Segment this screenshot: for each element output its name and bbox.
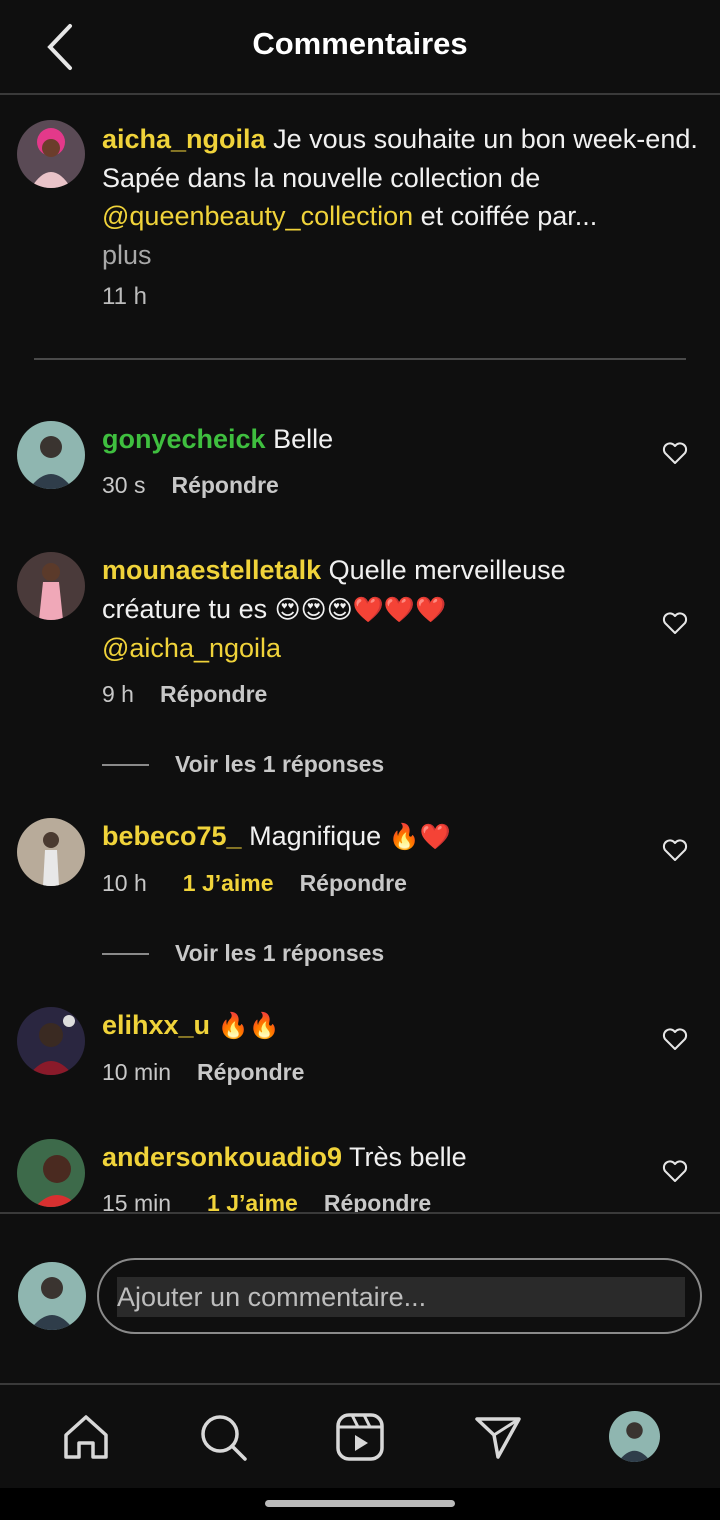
- comment-emojis: 😍😍😍❤️❤️❤️: [274, 595, 447, 624]
- caption-username[interactable]: aicha_ngoila: [102, 124, 266, 154]
- heart-icon[interactable]: [662, 838, 688, 862]
- more-link[interactable]: plus: [102, 240, 152, 270]
- header: Commentaires: [0, 0, 720, 95]
- reels-icon[interactable]: [334, 1411, 386, 1463]
- comment-username[interactable]: mounaestelletalk: [102, 555, 321, 585]
- reply-button[interactable]: Répondre: [197, 1059, 304, 1086]
- comment-meta: 15 min 1 J’aime Répondre: [102, 1190, 431, 1212]
- reply-button[interactable]: Répondre: [171, 472, 278, 499]
- comment-composer: [0, 1212, 720, 1385]
- avatar[interactable]: [17, 421, 85, 489]
- comment-text: andersonkouadio9 Très belle: [102, 1138, 642, 1177]
- post-caption: aicha_ngoila Je vous souhaite un bon wee…: [102, 120, 702, 317]
- comment-meta: 10 h 1 J’aime Répondre: [102, 870, 407, 897]
- system-nav-bar: [0, 1488, 720, 1520]
- home-icon[interactable]: [60, 1411, 112, 1463]
- comment-emojis: 🔥🔥: [217, 1012, 280, 1040]
- heart-icon[interactable]: [662, 441, 688, 465]
- view-replies-label: Voir les 1 réponses: [175, 751, 385, 777]
- likes-count[interactable]: 1 J’aime: [207, 1190, 298, 1212]
- comment-input-wrapper[interactable]: [97, 1258, 702, 1334]
- reply-button[interactable]: Répondre: [300, 870, 407, 897]
- reply-button[interactable]: Répondre: [160, 681, 267, 708]
- likes-count[interactable]: 1 J’aime: [183, 870, 274, 897]
- divider-line: [102, 952, 149, 955]
- divider-line: [102, 763, 149, 766]
- heart-icon[interactable]: [662, 1159, 688, 1183]
- comment-time: 30 s: [102, 472, 146, 498]
- comment-body: Belle: [265, 424, 334, 454]
- comment-item: andersonkouadio9 Très belle 15 min 1 J’a…: [0, 1130, 720, 1212]
- comment-body: [210, 1010, 218, 1040]
- comment-username[interactable]: elihxx_u: [102, 1010, 210, 1040]
- caption-mention[interactable]: @queenbeauty_collection: [102, 201, 413, 231]
- comment-time: 9 h: [102, 681, 134, 707]
- comment-body: Très belle: [342, 1142, 467, 1172]
- send-icon[interactable]: [472, 1411, 524, 1463]
- avatar[interactable]: [17, 818, 85, 886]
- comment-time: 15 min: [102, 1190, 172, 1212]
- view-replies-label: Voir les 1 réponses: [175, 940, 385, 966]
- profile-avatar[interactable]: [609, 1411, 660, 1462]
- comment-body: Magnifique: [241, 821, 389, 851]
- comment-username[interactable]: andersonkouadio9: [102, 1142, 342, 1172]
- comment-time: 10 min: [102, 1059, 172, 1085]
- caption-text-end: et coiffée par...: [413, 201, 598, 231]
- view-replies-button[interactable]: Voir les 1 réponses: [102, 940, 384, 967]
- view-replies-button[interactable]: Voir les 1 réponses: [102, 751, 384, 778]
- avatar[interactable]: [18, 1262, 86, 1330]
- heart-icon[interactable]: [662, 1027, 688, 1051]
- reply-button[interactable]: Répondre: [324, 1190, 431, 1212]
- search-icon[interactable]: [197, 1411, 249, 1463]
- home-indicator[interactable]: [265, 1500, 455, 1507]
- comment-meta: 30 s Répondre: [102, 472, 279, 499]
- avatar[interactable]: [17, 1007, 85, 1075]
- comment-text: bebeco75_ Magnifique 🔥❤️: [102, 817, 642, 857]
- page-title: Commentaires: [252, 26, 468, 61]
- comment-mention[interactable]: @aicha_ngoila: [102, 633, 281, 663]
- avatar[interactable]: [17, 552, 85, 620]
- comment-text: mounaestelletalk Quelle merveilleuse cré…: [102, 551, 642, 668]
- comment-username[interactable]: gonyecheick: [102, 424, 266, 454]
- heart-icon[interactable]: [662, 611, 688, 635]
- caption-time: 11 h: [102, 283, 147, 310]
- comment-emojis: 🔥❤️: [388, 823, 451, 851]
- comment-meta: 10 min Répondre: [102, 1059, 304, 1086]
- avatar[interactable]: [17, 1139, 85, 1207]
- comment-meta: 9 h Répondre: [102, 681, 267, 708]
- comment-username[interactable]: bebeco75_: [102, 821, 242, 851]
- comment-input[interactable]: [117, 1277, 685, 1317]
- bottom-nav: [0, 1386, 720, 1488]
- avatar[interactable]: [17, 120, 85, 188]
- comment-text: gonyecheick Belle: [102, 420, 642, 459]
- divider: [34, 358, 686, 360]
- comment-time: 10 h: [102, 870, 147, 896]
- comment-text: elihxx_u 🔥🔥: [102, 1006, 642, 1046]
